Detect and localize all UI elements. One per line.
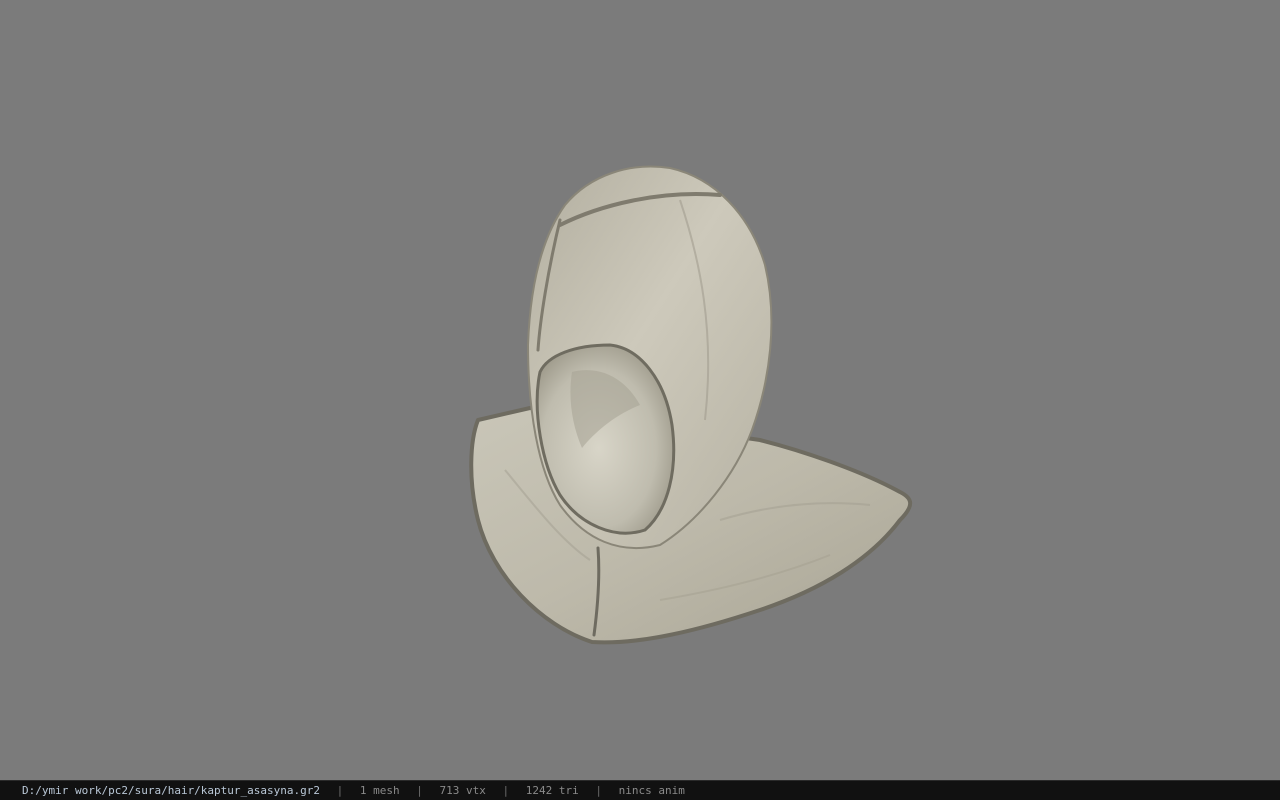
3d-viewport[interactable] [0, 0, 1280, 780]
mesh-count: 1 mesh [359, 784, 400, 797]
file-path: D:/ymir work/pc2/sura/hair/kaptur_asasyn… [22, 784, 321, 797]
animation-status: nincs anim [618, 784, 685, 797]
vertex-count: 713 vtx [439, 784, 486, 797]
status-separator: | [416, 784, 423, 797]
hood-mesh-icon [469, 165, 913, 645]
status-separator: | [595, 784, 602, 797]
status-separator: | [502, 784, 510, 797]
status-separator: | [336, 784, 344, 797]
status-bar: D:/ymir work/pc2/sura/hair/kaptur_asasyn… [0, 780, 1280, 800]
triangle-count: 1242 tri [525, 784, 579, 797]
